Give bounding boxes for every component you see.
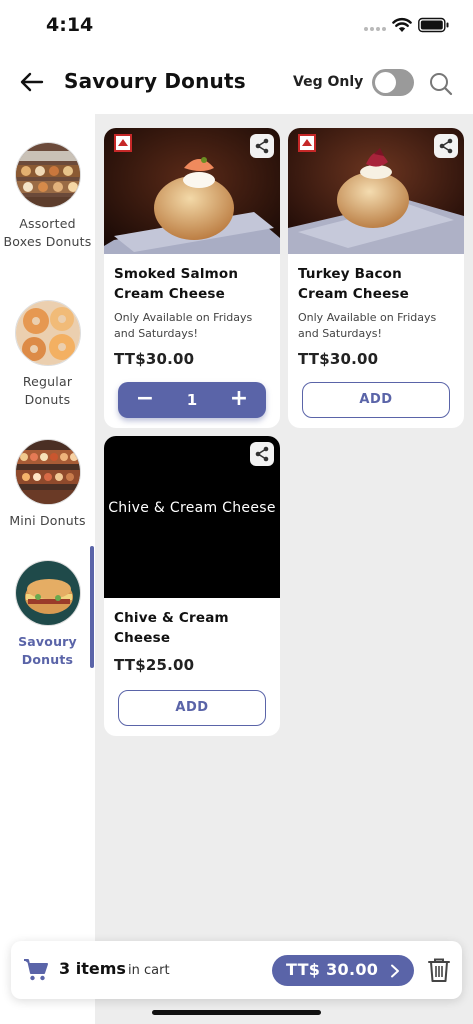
- wifi-icon: [392, 18, 412, 32]
- category-image: [14, 142, 81, 208]
- share-icon[interactable]: [434, 134, 458, 158]
- veg-only-label: Veg Only: [293, 74, 364, 90]
- product-name: Smoked Salmon Cream Cheese: [114, 266, 239, 302]
- share-icon[interactable]: [250, 442, 274, 466]
- cart-total: TT$ 30.00: [286, 960, 379, 979]
- home-indicator: [152, 1010, 321, 1015]
- veg-only-toggle[interactable]: [372, 69, 414, 96]
- active-category-indicator: [90, 546, 94, 668]
- cart-item-count: 3 items: [59, 959, 126, 978]
- checkout-button[interactable]: TT$ 30.00: [272, 955, 414, 986]
- product-name: Turkey Bacon Cream Cheese: [298, 266, 410, 302]
- chevron-right-icon: [391, 964, 399, 978]
- sidebar-item-savoury[interactable]: Savoury Donuts: [0, 560, 95, 669]
- product-grid: Smoked Salmon Cream Cheese Only Availabl…: [95, 114, 473, 1024]
- status-bar: 4:14: [0, 0, 473, 52]
- share-icon[interactable]: [250, 134, 274, 158]
- product-price: TT$30.00: [298, 350, 379, 368]
- sidebar-item-label: Mini Donuts: [9, 513, 86, 528]
- back-arrow-icon[interactable]: [18, 68, 46, 96]
- product-image-placeholder: Chive & Cream Cheese: [104, 436, 280, 598]
- product-availability-note: Only Available on Fridays and Saturdays!: [298, 311, 437, 340]
- increase-quantity-button[interactable]: +: [216, 382, 262, 418]
- product-availability-note: Only Available on Fridays and Saturdays!: [114, 311, 253, 340]
- non-veg-icon: [298, 134, 316, 152]
- product-card[interactable]: Smoked Salmon Cream Cheese Only Availabl…: [104, 128, 280, 428]
- non-veg-icon: [114, 134, 132, 152]
- search-icon[interactable]: [428, 71, 454, 97]
- decrease-quantity-button[interactable]: −: [122, 382, 168, 418]
- product-image: [288, 128, 464, 254]
- add-button[interactable]: ADD: [302, 382, 450, 418]
- category-image: [14, 439, 81, 505]
- battery-icon: [418, 17, 449, 33]
- product-card[interactable]: Chive & Cream Cheese Chive & Cream Chees…: [104, 436, 280, 736]
- sidebar-item-regular[interactable]: Regular Donuts: [0, 300, 95, 409]
- cart-icon: [24, 959, 48, 981]
- product-price: TT$25.00: [114, 656, 195, 674]
- toggle-knob: [375, 72, 396, 93]
- product-card[interactable]: Turkey Bacon Cream Cheese Only Available…: [288, 128, 464, 428]
- app-header: Savoury Donuts Veg Only: [0, 52, 473, 114]
- image-placeholder-text: Chive & Cream Cheese: [108, 500, 276, 516]
- product-price: TT$30.00: [114, 350, 195, 368]
- product-name: Chive & Cream Cheese: [114, 610, 229, 646]
- sidebar-item-label: Regular Donuts: [22, 374, 73, 407]
- add-button[interactable]: ADD: [118, 690, 266, 726]
- product-image: [104, 128, 280, 254]
- sidebar-item-assorted-boxes[interactable]: Assorted Boxes Donuts: [0, 142, 95, 251]
- status-time: 4:14: [46, 14, 94, 36]
- sidebar-item-label: Savoury Donuts: [18, 634, 77, 667]
- category-sidebar: Assorted Boxes Donuts Regular Donuts Min…: [0, 114, 95, 1024]
- trash-icon[interactable]: [427, 957, 451, 983]
- quantity-value: 1: [186, 391, 198, 409]
- category-image: [14, 560, 81, 626]
- cart-count-suffix: in cart: [128, 963, 170, 978]
- sidebar-item-mini[interactable]: Mini Donuts: [0, 439, 95, 530]
- category-image: [14, 300, 81, 366]
- cart-summary-bar[interactable]: 3 items in cart TT$ 30.00: [11, 941, 462, 999]
- page-title: Savoury Donuts: [64, 69, 246, 93]
- signal-dots-icon: [364, 27, 386, 33]
- quantity-stepper: − 1 +: [118, 382, 266, 418]
- sidebar-item-label: Assorted Boxes Donuts: [3, 216, 92, 249]
